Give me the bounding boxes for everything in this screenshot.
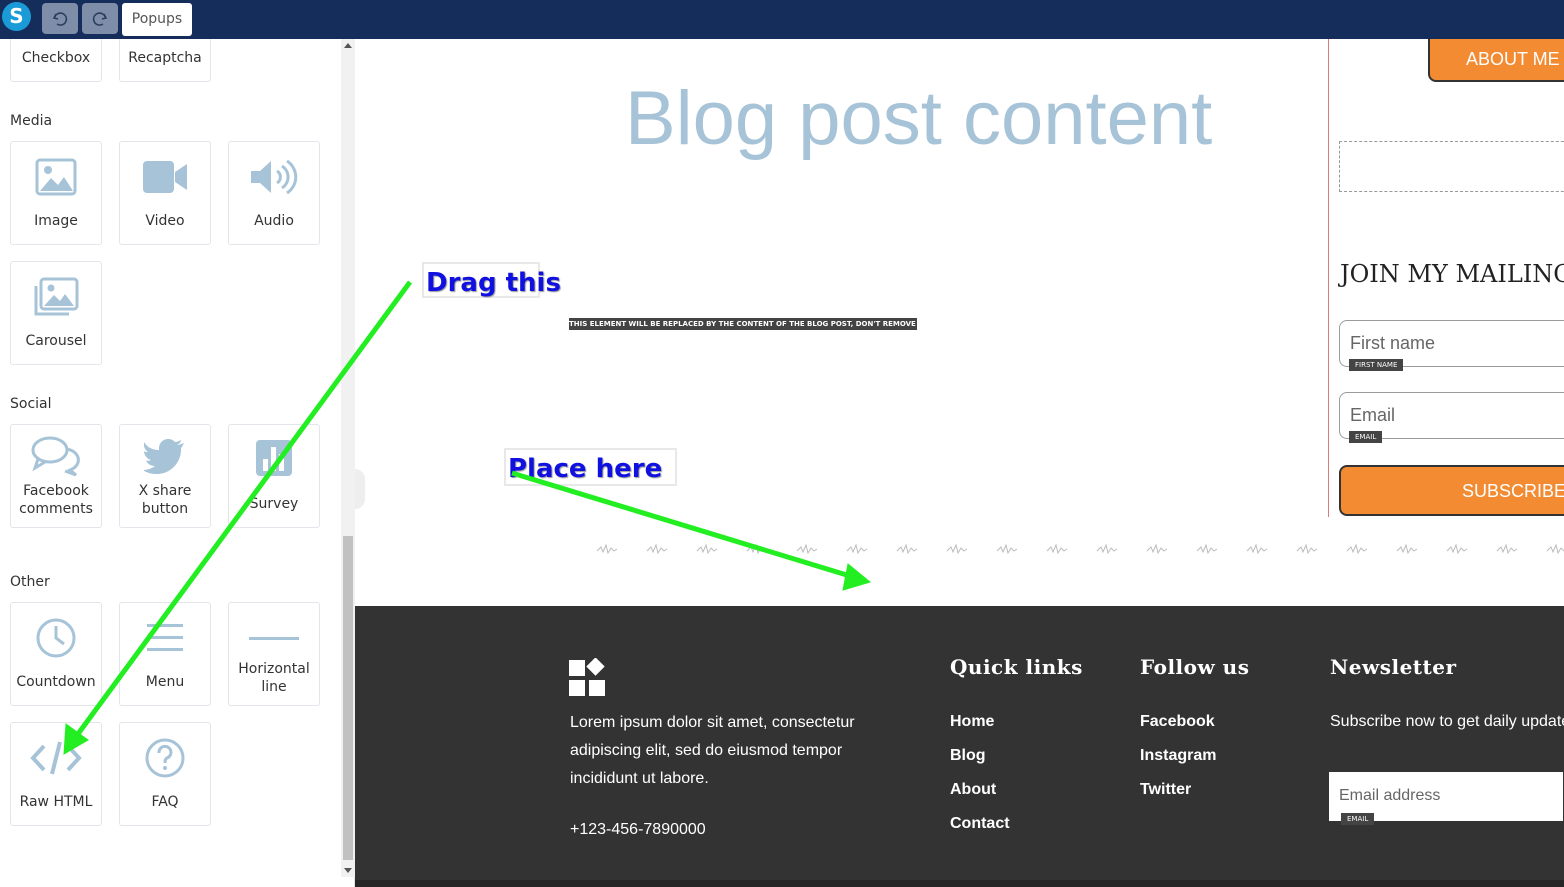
footer-link-blog[interactable]: Blog <box>950 747 986 765</box>
elements-sidebar: Checkbox Recaptcha Media Image Video Aud… <box>0 39 355 887</box>
scroll-up-arrow-icon[interactable] <box>344 43 352 48</box>
comments-icon <box>11 435 101 477</box>
undo-button[interactable] <box>42 3 78 34</box>
element-horizontal-line[interactable]: Horizontal line <box>228 602 320 706</box>
element-label: Raw HTML <box>19 794 93 810</box>
undo-icon <box>52 11 68 26</box>
question-icon <box>120 737 210 779</box>
video-icon <box>120 156 210 198</box>
element-audio[interactable]: Audio <box>228 141 320 245</box>
annotation-place-here: Place here <box>504 448 677 486</box>
carousel-icon <box>11 276 101 318</box>
footer-link-contact[interactable]: Contact <box>950 815 1010 833</box>
element-label: Facebook comments <box>19 483 93 517</box>
element-label: Survey <box>249 496 299 512</box>
footer-link-twitter[interactable]: Twitter <box>1140 781 1191 799</box>
footer-about-text: Lorem ipsum dolor sit amet, consectetur … <box>570 714 855 787</box>
image-icon <box>11 156 101 198</box>
element-faq[interactable]: FAQ <box>119 722 211 826</box>
element-survey[interactable]: Survey <box>228 424 320 528</box>
element-x-share[interactable]: X share button <box>119 424 211 528</box>
annotation-drag-this: Drag this <box>422 262 561 298</box>
footer-link-instagram[interactable]: Instagram <box>1140 747 1216 765</box>
element-label: FAQ <box>151 794 179 810</box>
top-toolbar: S Popups <box>0 0 1564 39</box>
element-label: X share button <box>138 483 192 517</box>
redo-button[interactable] <box>82 3 118 34</box>
element-image[interactable]: Image <box>10 141 102 245</box>
audio-icon <box>229 156 319 198</box>
blog-title[interactable]: Blog post content <box>625 75 1212 162</box>
mailing-list-title[interactable]: JOIN MY MAILING LIST <box>1340 260 1564 288</box>
menu-icon <box>120 617 210 659</box>
code-icon <box>11 737 101 779</box>
footer-phone[interactable]: +123-456-7890000 <box>570 821 706 839</box>
element-checkbox[interactable]: Checkbox <box>10 39 102 82</box>
element-raw-html[interactable]: Raw HTML <box>10 722 102 826</box>
element-video[interactable]: Video <box>119 141 211 245</box>
element-label: Menu <box>145 674 185 690</box>
scroll-down-arrow-icon[interactable] <box>344 868 352 873</box>
element-label: Carousel <box>25 333 87 349</box>
section-title-media: Media <box>10 113 53 129</box>
element-label: Checkbox <box>21 50 91 66</box>
footer-bottom-bar <box>355 880 1564 887</box>
survey-icon <box>229 437 319 479</box>
element-label: Recaptcha <box>128 50 202 66</box>
empty-drop-zone[interactable] <box>1339 141 1564 192</box>
element-menu[interactable]: Menu <box>119 602 211 706</box>
element-label: Image <box>34 213 78 229</box>
about-me-button[interactable]: ABOUT ME <box>1428 39 1564 82</box>
scroll-thumb[interactable] <box>343 536 353 860</box>
element-recaptcha[interactable]: Recaptcha <box>119 39 211 82</box>
email-tag: EMAIL <box>1349 431 1383 443</box>
footer-link-home[interactable]: Home <box>950 713 994 731</box>
footer-logo-icon <box>569 658 605 696</box>
clock-icon <box>11 617 101 659</box>
element-label: Audio <box>254 213 294 229</box>
footer-link-facebook[interactable]: Facebook <box>1140 713 1215 731</box>
follow-us-title: Follow us <box>1140 655 1250 679</box>
element-label: Horizontal line <box>238 661 310 695</box>
element-countdown[interactable]: Countdown <box>10 602 102 706</box>
twitter-icon <box>120 435 210 477</box>
horizontal-line-icon <box>229 617 319 659</box>
first-name-tag: FIRST NAME <box>1349 359 1404 371</box>
app-logo[interactable]: S <box>2 2 31 31</box>
element-facebook-comments[interactable]: Facebook comments <box>10 424 102 528</box>
redo-icon <box>92 11 108 26</box>
element-carousel[interactable]: Carousel <box>10 261 102 365</box>
wave-divider <box>596 544 1564 554</box>
newsletter-text: Subscribe now to get daily updates <box>1330 713 1564 730</box>
footer[interactable]: Lorem ipsum dolor sit amet, consectetur … <box>355 606 1564 887</box>
element-label: Countdown <box>16 674 96 690</box>
popups-button[interactable]: Popups <box>122 3 192 36</box>
footer-link-about[interactable]: About <box>950 781 996 799</box>
canvas-resize-handle[interactable] <box>355 469 365 509</box>
newsletter-title: Newsletter <box>1330 655 1457 679</box>
subscribe-button[interactable]: SUBSCRIBE <box>1339 465 1564 516</box>
section-title-social: Social <box>10 396 52 412</box>
newsletter-email-tag: EMAIL <box>1341 813 1375 825</box>
element-label: Video <box>145 213 185 229</box>
sidebar-scrollbar[interactable] <box>341 39 355 877</box>
quick-links-title: Quick links <box>950 655 1083 679</box>
section-title-other: Other <box>10 574 50 590</box>
blog-content-placeholder[interactable]: THIS ELEMENT WILL BE REPLACED BY THE CON… <box>569 318 926 330</box>
